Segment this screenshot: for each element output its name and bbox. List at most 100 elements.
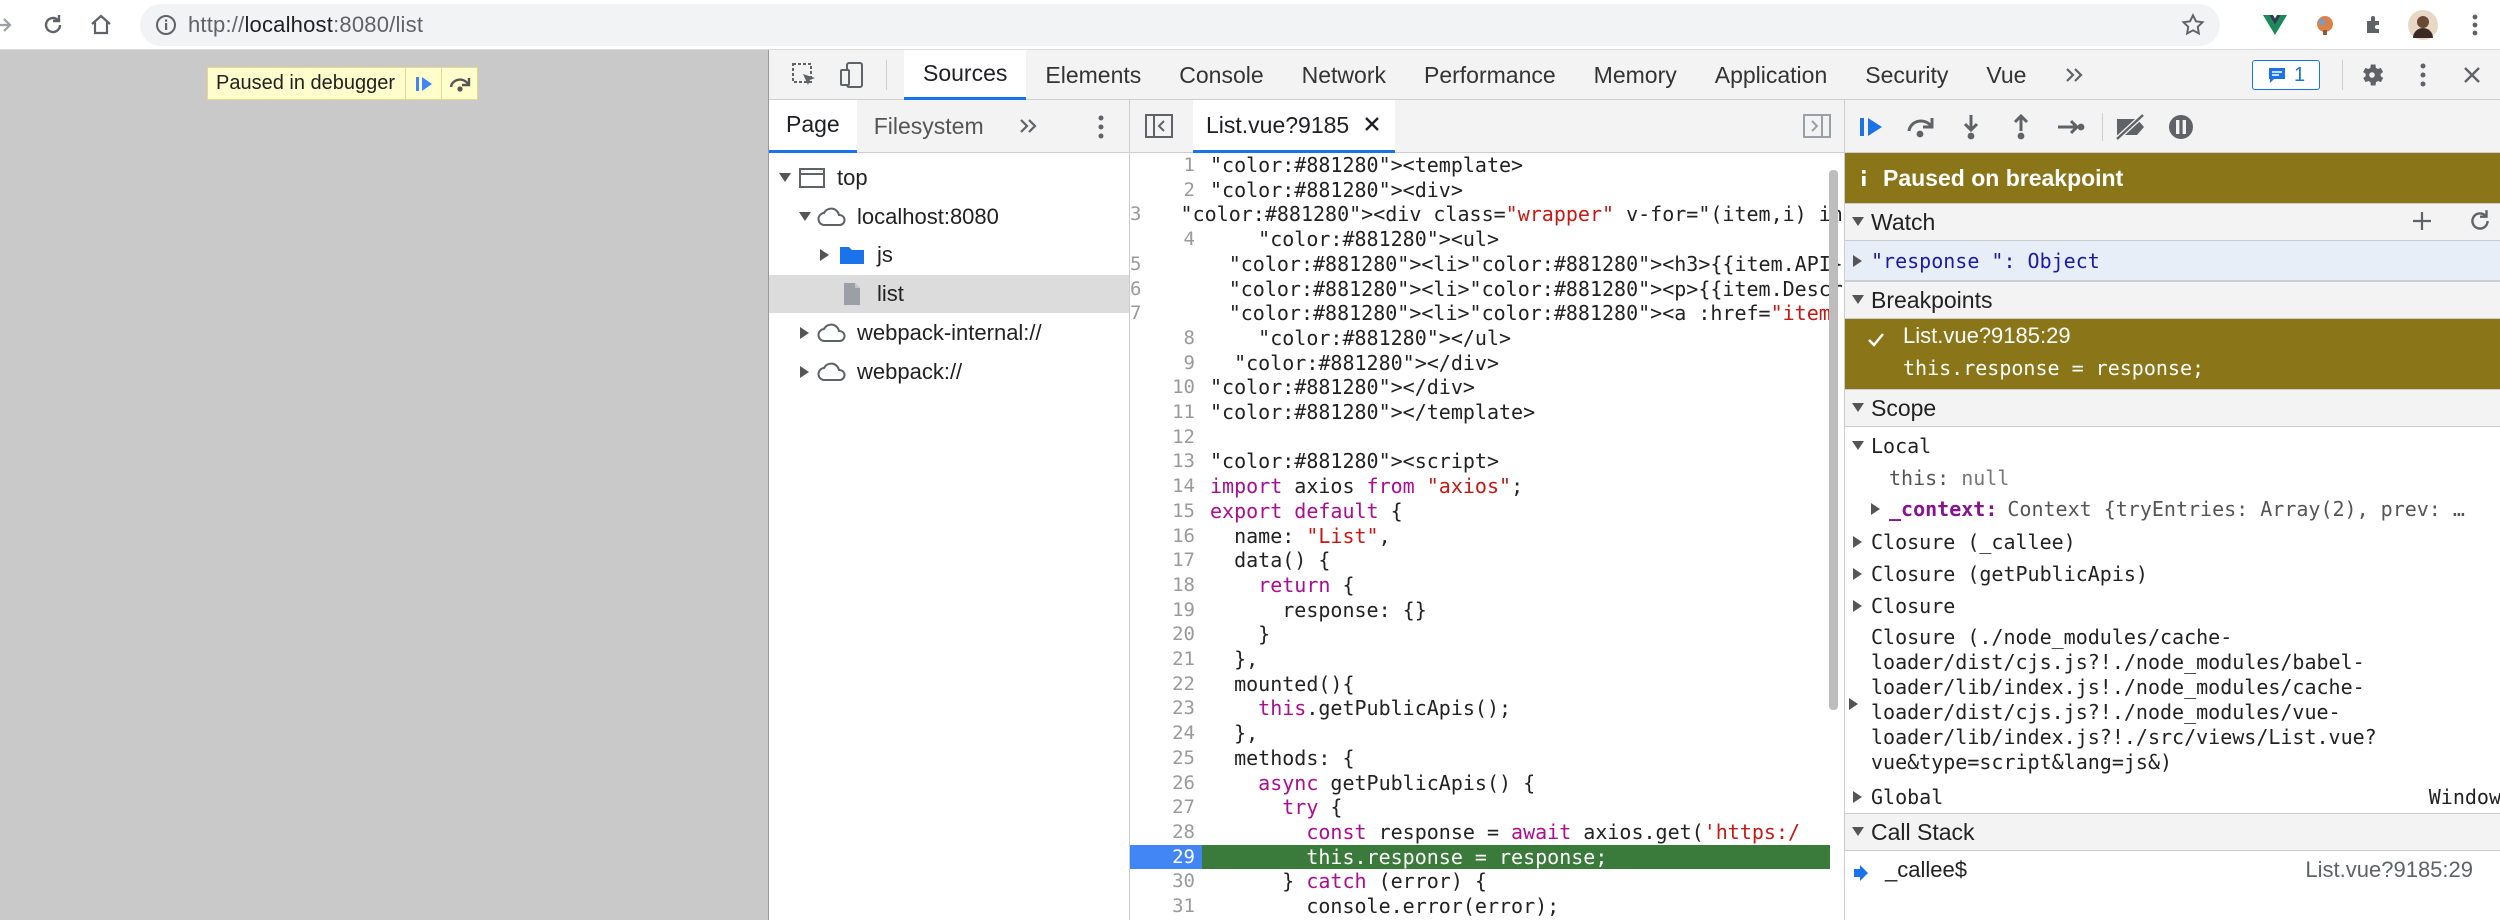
tree-item-list[interactable]: list — [769, 275, 1129, 314]
scope-this[interactable]: this: null — [1845, 462, 2500, 494]
code-line[interactable]: 25 methods: { — [1130, 746, 1830, 771]
code-line[interactable]: 2 "color:#881280"><div> — [1130, 178, 1830, 203]
callstack-section-header[interactable]: Call Stack — [1845, 813, 2500, 851]
scope-closure-module[interactable]: Closure (./node_modules/cache-loader/dis… — [1845, 622, 2500, 782]
line-number[interactable]: 3 — [1130, 202, 1148, 227]
tab-vue[interactable]: Vue — [1967, 50, 2045, 100]
resume-icon[interactable] — [1853, 110, 1889, 144]
vue-devtools-extension-icon[interactable] — [2258, 8, 2292, 42]
site-info-icon[interactable] — [154, 13, 178, 43]
code-line[interactable]: 21 }, — [1130, 647, 1830, 672]
code-line[interactable]: 24 }, — [1130, 721, 1830, 746]
extensions-puzzle-icon[interactable] — [2358, 8, 2392, 42]
code-line[interactable]: 12 — [1130, 425, 1830, 450]
line-number[interactable]: 10 — [1130, 375, 1202, 400]
code-line[interactable]: 30 } catch (error) { — [1130, 869, 1830, 894]
code-line[interactable]: 4 "color:#881280"><ul> — [1130, 227, 1830, 252]
line-number[interactable]: 9 — [1130, 351, 1202, 376]
code-line[interactable]: 5 "color:#881280"><li>"color:#881280"><h… — [1130, 252, 1844, 277]
tree-item-top[interactable]: top — [769, 159, 1129, 197]
line-number[interactable]: 30 — [1130, 869, 1202, 894]
line-number[interactable]: 7 — [1130, 301, 1148, 326]
devtools-menu-icon[interactable] — [2406, 58, 2440, 92]
home-icon[interactable] — [84, 8, 118, 42]
scope-closure-getpublicapis[interactable]: Closure (getPublicApis) — [1845, 558, 2500, 590]
scope-closure-callee[interactable]: Closure (_callee) — [1845, 526, 2500, 558]
tab-elements[interactable]: Elements — [1026, 50, 1160, 100]
code-line[interactable]: 3 "color:#881280"><div class="wrapper" v… — [1130, 202, 1843, 227]
line-number[interactable]: 4 — [1130, 227, 1202, 252]
code-line[interactable]: 31 console.error(error); — [1130, 894, 1830, 919]
line-number[interactable]: 5 — [1130, 252, 1148, 277]
breakpoint-item[interactable]: List.vue?9185:29 this.response = respons… — [1845, 319, 2500, 389]
close-devtools-icon[interactable] — [2455, 58, 2489, 92]
line-number[interactable]: 1 — [1130, 153, 1202, 178]
code-line[interactable]: 11 "color:#881280"></template> — [1130, 400, 1830, 425]
device-toolbar-icon[interactable] — [835, 58, 869, 92]
tree-item-localhost-8080[interactable]: localhost:8080 — [769, 198, 1129, 236]
browser-menu-icon[interactable] — [2458, 8, 2492, 42]
line-number[interactable]: 8 — [1130, 326, 1202, 351]
code-line[interactable]: 27 try { — [1130, 795, 1830, 820]
line-number[interactable]: 22 — [1130, 672, 1202, 697]
tab-sources[interactable]: Sources — [904, 50, 1027, 100]
code-line[interactable]: 16 name: "List", — [1130, 524, 1830, 549]
line-number[interactable]: 31 — [1130, 894, 1202, 919]
settings-gear-icon[interactable] — [2355, 58, 2389, 92]
code-area[interactable]: 1 "color:#881280"><template> 2 "color:#8812… — [1130, 153, 1844, 920]
code-line[interactable]: 1 "color:#881280"><template> — [1130, 153, 1830, 178]
line-number[interactable]: 13 — [1130, 449, 1202, 474]
line-number[interactable]: 2 — [1130, 178, 1202, 203]
deactivate-breakpoints-icon[interactable] — [2113, 110, 2149, 144]
step-over-icon[interactable] — [1903, 110, 1939, 144]
pause-on-exceptions-icon[interactable] — [2163, 110, 2199, 144]
step-into-icon[interactable] — [1953, 110, 1989, 144]
forward-icon[interactable] — [0, 8, 20, 42]
code-line[interactable]: 9 "color:#881280"></div> — [1130, 351, 1830, 376]
toggle-navigator-icon[interactable] — [1144, 112, 1174, 146]
scope-section-header[interactable]: Scope — [1845, 389, 2500, 427]
line-number[interactable]: 28 — [1130, 820, 1202, 845]
code-line[interactable]: 20 } — [1130, 622, 1830, 647]
code-line[interactable]: 26 async getPublicApis() { — [1130, 771, 1830, 796]
navigator-more-chevron-icon[interactable] — [1001, 100, 1055, 153]
watch-section-header[interactable]: Watch — [1845, 203, 2500, 241]
code-line[interactable]: 28 const response = await axios.get('htt… — [1130, 820, 1830, 845]
breakpoint-checkbox-icon[interactable] — [1867, 328, 1885, 354]
code-line-breakpoint[interactable]: 29 this.response = response; — [1130, 844, 1830, 870]
address-bar[interactable]: http://localhost:8080/list — [140, 4, 2220, 46]
code-line[interactable]: 23 this.getPublicApis(); — [1130, 696, 1830, 721]
tab-security[interactable]: Security — [1846, 50, 1967, 100]
line-number[interactable]: 27 — [1130, 795, 1202, 820]
code-line[interactable]: 10 "color:#881280"></div> — [1130, 375, 1830, 400]
line-number[interactable]: 24 — [1130, 721, 1202, 746]
line-number[interactable]: 6 — [1130, 277, 1148, 302]
line-number[interactable]: 12 — [1130, 425, 1202, 450]
line-number[interactable]: 21 — [1130, 647, 1202, 672]
tab-memory[interactable]: Memory — [1575, 50, 1696, 100]
code-line[interactable]: 8 "color:#881280"></ul> — [1130, 326, 1830, 351]
editor-file-tab[interactable]: List.vue?9185 — [1193, 100, 1396, 153]
code-line[interactable]: 7 "color:#881280"><li>"color:#881280"><a… — [1130, 301, 1844, 326]
watch-expression-row[interactable]: "response ": Object — [1845, 241, 2500, 281]
tab-page[interactable]: Page — [769, 99, 857, 153]
line-number[interactable]: 20 — [1130, 622, 1202, 647]
bookmark-star-icon[interactable] — [2180, 12, 2206, 44]
line-number[interactable]: 25 — [1130, 746, 1202, 771]
extension-icon[interactable] — [2308, 8, 2342, 42]
line-number[interactable]: 26 — [1130, 771, 1202, 796]
callstack-frame[interactable]: _callee$ List.vue?9185:29 — [1845, 851, 2500, 891]
reload-icon[interactable] — [36, 8, 70, 42]
tree-item-webpack[interactable]: webpack:// — [769, 353, 1129, 391]
code-line[interactable]: 17 data() { — [1130, 548, 1830, 573]
line-number[interactable]: 16 — [1130, 524, 1202, 549]
code-line[interactable]: 19 response: {} — [1130, 598, 1830, 623]
tree-item-js[interactable]: js — [769, 236, 1129, 274]
close-tab-icon[interactable] — [1363, 112, 1381, 139]
breakpoints-section-header[interactable]: Breakpoints — [1845, 281, 2500, 319]
code-line[interactable]: 13 "color:#881280"><script> — [1130, 449, 1830, 474]
line-number[interactable]: 19 — [1130, 598, 1202, 623]
tab-filesystem[interactable]: Filesystem — [857, 100, 1001, 153]
navigator-menu-icon[interactable] — [1097, 114, 1105, 146]
line-number[interactable]: 17 — [1130, 548, 1202, 573]
